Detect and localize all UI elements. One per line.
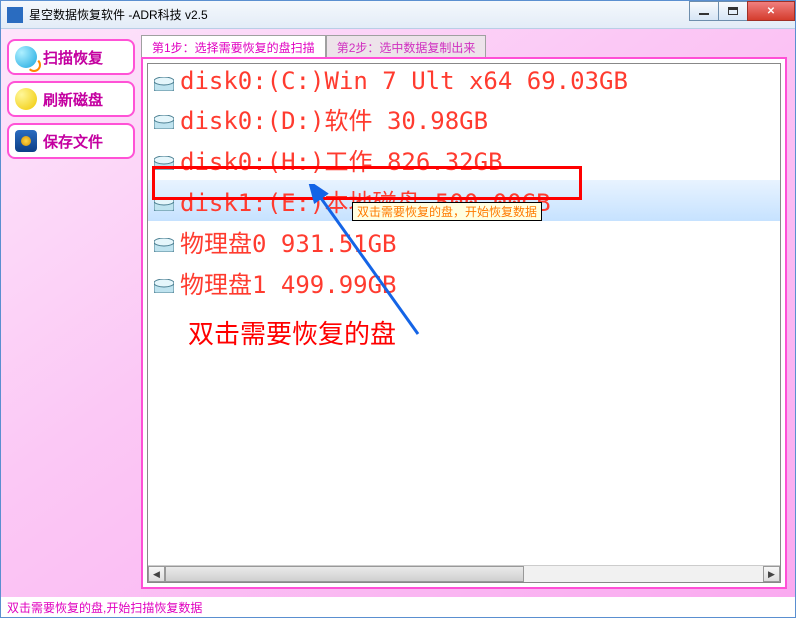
save-file-button[interactable]: 保存文件 [7,123,135,159]
app-icon [7,7,23,23]
refresh-disks-button[interactable]: 刷新磁盘 [7,81,135,117]
drive-icon [154,115,174,129]
scroll-thumb[interactable] [165,566,524,582]
horizontal-scrollbar[interactable]: ◀ ▶ [148,565,780,582]
scroll-right-button[interactable]: ▶ [763,566,780,582]
refresh-icon [15,88,37,110]
disk-row[interactable]: 物理盘0 931.51GB [148,221,780,262]
minimize-button[interactable] [689,1,719,21]
scroll-track[interactable] [165,566,763,582]
tab-bar: 第1步：选择需要恢复的盘扫描 第2步：选中数据复制出来 [141,35,787,57]
disk-row[interactable]: disk0:(C:)Win 7 Ult x64 69.03GB [148,64,780,98]
maximize-button[interactable] [718,1,748,21]
content-panel: disk0:(C:)Win 7 Ult x64 69.03GB disk0:(D… [141,57,787,589]
client-area: 扫描恢复 刷新磁盘 保存文件 第1步：选择需要恢复的盘扫描 第2步：选中数据复制… [1,29,795,597]
scroll-left-button[interactable]: ◀ [148,566,165,582]
disk-label: disk0:(D:)软件 30.98GB [180,101,488,136]
disk-row[interactable]: 物理盘1 499.99GB [148,262,780,303]
save-icon [15,130,37,152]
disk-list: disk0:(C:)Win 7 Ult x64 69.03GB disk0:(D… [148,64,780,565]
annotation-arrow [298,184,438,344]
titlebar[interactable]: 星空数据恢复软件 -ADR科技 v2.5 [1,1,795,29]
disk-label: disk0:(C:)Win 7 Ult x64 69.03GB [180,67,628,95]
status-bar: 双击需要恢复的盘,开始扫描恢复数据 [1,597,795,617]
refresh-label: 刷新磁盘 [43,89,103,110]
window-title: 星空数据恢复软件 -ADR科技 v2.5 [29,6,208,23]
tab-step2[interactable]: 第2步：选中数据复制出来 [326,35,487,57]
sidebar: 扫描恢复 刷新磁盘 保存文件 [1,29,141,597]
app-window: 星空数据恢复软件 -ADR科技 v2.5 扫描恢复 刷新磁盘 保存文件 第 [0,0,796,618]
disk-row[interactable]: disk0:(D:)软件 30.98GB [148,98,780,139]
scan-icon [15,46,37,68]
drive-icon [154,77,174,91]
disk-list-container: disk0:(C:)Win 7 Ult x64 69.03GB disk0:(D… [147,63,781,583]
tab-step1[interactable]: 第1步：选择需要恢复的盘扫描 [141,35,326,57]
save-label: 保存文件 [43,131,103,152]
window-controls [690,1,795,23]
scan-recover-button[interactable]: 扫描恢复 [7,39,135,75]
main-area: 第1步：选择需要恢复的盘扫描 第2步：选中数据复制出来 disk0:(C:)Wi… [141,29,795,597]
scan-label: 扫描恢复 [43,47,103,68]
status-text: 双击需要恢复的盘,开始扫描恢复数据 [7,601,202,615]
drive-icon [154,238,174,252]
close-button[interactable] [747,1,795,21]
drive-icon [154,279,174,293]
